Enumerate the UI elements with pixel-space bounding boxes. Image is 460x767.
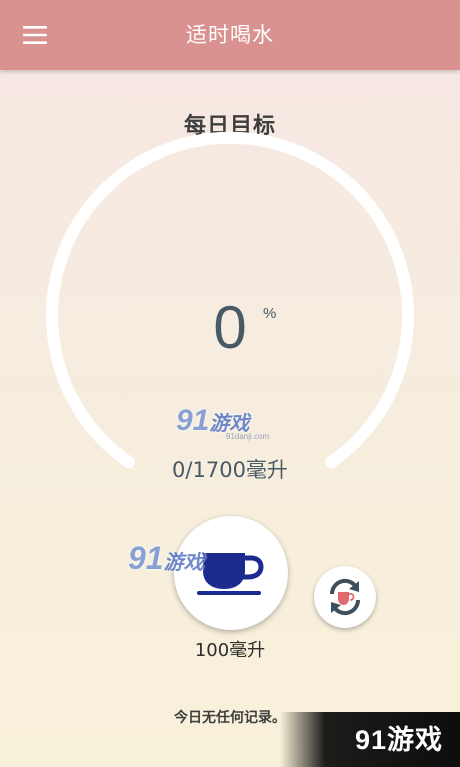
watermark-logo-2: 91游戏	[128, 540, 204, 576]
cup-size-label: 100毫升	[194, 640, 266, 661]
percent-sign: %	[263, 305, 277, 322]
corner-watermark-text: 91游戏	[355, 725, 444, 755]
swap-cup-icon	[329, 578, 361, 616]
switch-cup-button[interactable]	[314, 566, 376, 628]
progress-amount: 0/1700毫升	[172, 458, 288, 482]
progress-percent: 0	[213, 294, 247, 361]
watermark-logo: 91游戏 91danji.com	[176, 404, 270, 441]
coffee-cup-icon	[197, 553, 264, 595]
